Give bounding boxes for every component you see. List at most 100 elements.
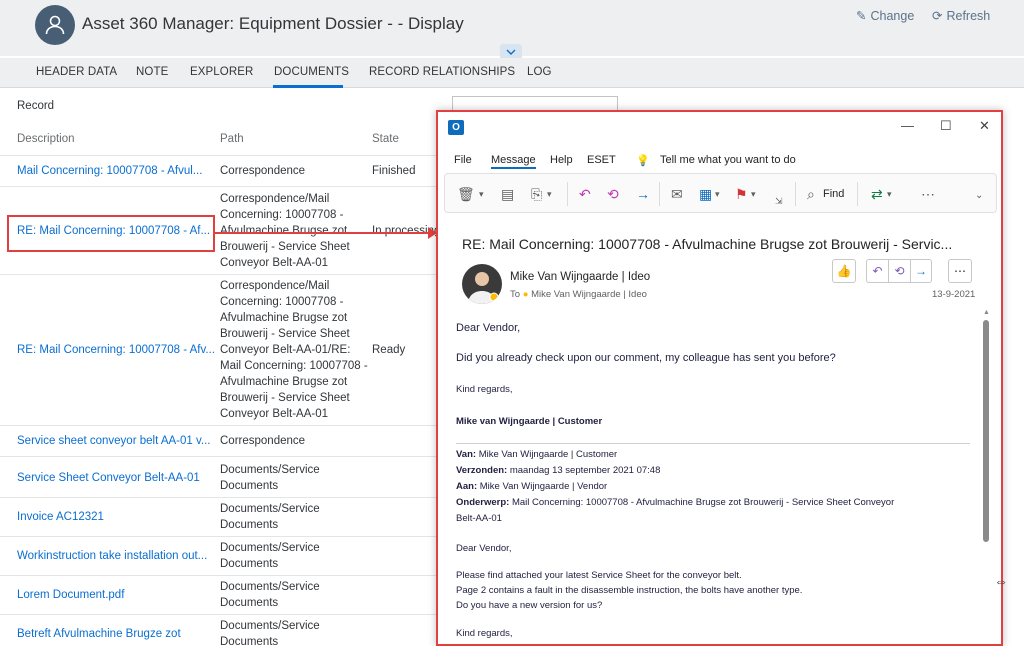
tab-header-data[interactable]: HEADER DATA (36, 66, 117, 78)
refresh-icon: ⟳ (932, 9, 943, 23)
record-label: Record (17, 100, 55, 112)
menu-message[interactable]: Message (491, 154, 536, 169)
column-header-state[interactable]: State (372, 133, 399, 145)
tab-documents[interactable]: DOCUMENTS (274, 66, 349, 78)
mark-unread-icon[interactable]: ✉ (671, 186, 683, 203)
reply-all-icon: ⟲ (894, 264, 905, 278)
reply-button[interactable]: ↶ (866, 259, 888, 283)
annotation-arrow (215, 232, 429, 234)
ribbon-collapse-icon[interactable]: ⌄ (975, 190, 983, 201)
table-row-path: Documents/Service Documents (220, 620, 320, 646)
forward-icon[interactable]: → (636, 186, 650, 202)
body-regards: Kind regards, (456, 384, 513, 395)
body-regards: Kind regards, (456, 628, 513, 639)
outlook-message-window: O — ☐ ✕ File Message Help ESET 💡 Tell me… (436, 110, 1003, 646)
chevron-down-icon[interactable]: ▾ (715, 189, 720, 200)
tell-me-search[interactable]: Tell me what you want to do (660, 154, 796, 166)
table-row-path: Documents/Service Documents (220, 581, 320, 609)
row-divider (0, 186, 440, 187)
refresh-button[interactable]: ⟳ Refresh (932, 8, 990, 24)
categorize-icon[interactable]: ▦ (699, 186, 712, 203)
body-greeting: Dear Vendor, (456, 322, 521, 334)
reply-all-icon[interactable]: ⟲ (607, 186, 619, 203)
body-line: Page 2 contains a fault in the disassemb… (456, 585, 803, 596)
presence-icon: ● (522, 289, 532, 300)
chevron-down-icon[interactable]: ▾ (887, 189, 892, 200)
chevron-down-icon[interactable]: ▾ (479, 189, 484, 200)
message-ribbon: 🗑 ▾ ▤ ⎘ ▾ ↶ ⟲ → ✉ ▦ ▾ ⚑ ▾ ⇲ ⌕ Find ⇄ ▾ ⋯… (444, 173, 997, 213)
table-row-description[interactable]: Service Sheet Conveyor Belt-AA-01 (17, 472, 200, 484)
sender-name[interactable]: Mike Van Wijngaarde | Ideo (510, 271, 650, 283)
minimize-icon[interactable]: — (901, 118, 914, 133)
archive-icon[interactable]: ▤ (501, 186, 514, 203)
tab-record-relationships[interactable]: RECORD RELATIONSHIPS (369, 66, 515, 78)
quoted-from-line: Van: Mike Van Wijngaarde | Customer (456, 449, 618, 460)
tab-note[interactable]: NOTE (136, 66, 168, 78)
app-header: Asset 360 Manager: Equipment Dossier - -… (0, 0, 1024, 60)
row-divider (0, 536, 440, 537)
forward-button[interactable]: → (910, 259, 932, 283)
like-button[interactable]: 👍 (832, 259, 856, 283)
body-greeting: Dear Vendor, (456, 543, 512, 554)
ribbon-separator (795, 182, 796, 206)
table-row-path: Correspondence (220, 165, 306, 177)
table-row-description[interactable]: Mail Concerning: 10007708 - Afvul... (17, 165, 202, 177)
ribbon-separator (857, 182, 858, 206)
quoted-sent-line: Verzonden: maandag 13 september 2021 07:… (456, 465, 661, 476)
table-row-description[interactable]: Workinstruction take installation out... (17, 550, 207, 562)
table-row-description[interactable]: RE: Mail Concerning: 10007708 - Afv... (17, 344, 215, 356)
tab-explorer[interactable]: EXPLORER (190, 66, 253, 78)
body-signature: Mike van Wijngaarde | Customer (456, 416, 603, 427)
body-line: Please find attached your latest Service… (456, 570, 742, 581)
sender-avatar (462, 264, 502, 304)
table-row-description[interactable]: Lorem Document.pdf (17, 589, 124, 601)
thumbs-up-icon: 👍 (836, 264, 852, 278)
user-avatar-icon[interactable] (35, 5, 75, 45)
chevron-down-icon[interactable]: ▾ (751, 189, 756, 200)
body-line: Did you already check upon our comment, … (456, 352, 836, 364)
more-options-icon[interactable]: ⋯ (921, 186, 935, 203)
page-title: Asset 360 Manager: Equipment Dossier - -… (82, 14, 464, 33)
dialog-launcher-icon[interactable]: ⇲ (775, 196, 783, 207)
search-icon[interactable]: ⌕ (807, 186, 815, 203)
tab-log[interactable]: LOG (527, 66, 552, 78)
recipient-name[interactable]: Mike Van Wijngaarde | Ideo (531, 289, 647, 300)
move-icon[interactable]: ⎘ (531, 186, 542, 203)
chevron-down-icon[interactable]: ▾ (547, 189, 552, 200)
translate-icon[interactable]: ⇄ (871, 186, 883, 203)
row-divider (0, 155, 440, 156)
flag-icon[interactable]: ⚑ (735, 186, 748, 203)
chevron-down-icon (506, 49, 516, 55)
reply-all-button[interactable]: ⟲ (888, 259, 910, 283)
scrollbar-thumb[interactable] (983, 320, 989, 542)
more-actions-button[interactable]: ⋯ (948, 259, 972, 283)
menu-eset[interactable]: ESET (587, 154, 616, 166)
reply-icon[interactable]: ↶ (579, 186, 591, 203)
recipient-line: To ● Mike Van Wijngaarde | Ideo (510, 289, 647, 300)
table-row-description[interactable]: Betreft Afvulmachine Brugze zot (17, 628, 181, 640)
menu-help[interactable]: Help (550, 154, 573, 166)
column-header-description[interactable]: Description (17, 133, 75, 145)
table-row-description[interactable]: Invoice AC12321 (17, 511, 104, 523)
maximize-icon[interactable]: ☐ (940, 118, 952, 134)
column-header-path[interactable]: Path (220, 133, 244, 145)
table-row-state: Ready (372, 344, 406, 356)
menu-file[interactable]: File (454, 154, 472, 166)
outlook-logo-icon: O (448, 120, 464, 135)
find-button[interactable]: Find (823, 188, 844, 200)
row-divider (0, 425, 440, 426)
pencil-icon: ✎ (856, 9, 867, 23)
mail-date: 13-9-2021 (932, 289, 976, 300)
row-divider (0, 456, 440, 457)
scroll-up-icon[interactable]: ▲ (983, 309, 990, 316)
close-icon[interactable]: ✕ (979, 118, 990, 134)
table-row-description[interactable]: Service sheet conveyor belt AA-01 v... (17, 435, 210, 447)
highlight-annotation (7, 215, 215, 252)
delete-icon[interactable]: 🗑 (457, 186, 475, 203)
row-divider (0, 274, 440, 275)
ribbon-separator (567, 182, 568, 206)
change-button[interactable]: ✎ Change (856, 8, 914, 24)
table-row-path: Correspondence/Mail Concerning: 10007708… (220, 193, 350, 269)
table-row-path: Correspondence (220, 435, 306, 447)
quoted-subject-cont: Belt-AA-01 (456, 513, 502, 524)
